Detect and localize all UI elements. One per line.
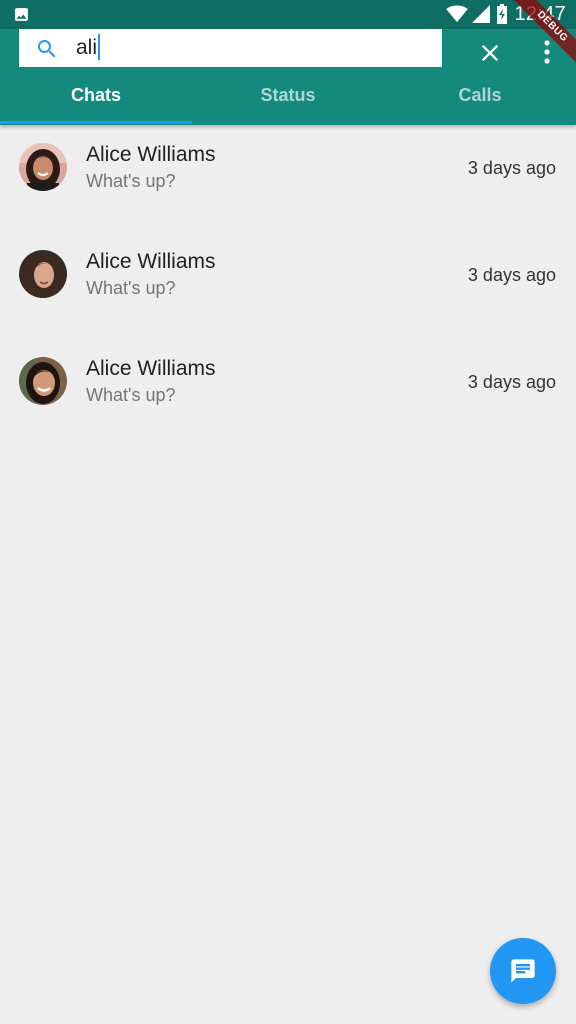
chat-message: What's up? — [86, 171, 176, 191]
chat-time: 3 days ago — [467, 158, 556, 178]
status-bar: 12:47 — [0, 0, 576, 29]
search-field[interactable]: ali — [19, 29, 442, 67]
more-vert-icon[interactable] — [537, 38, 557, 66]
chat-name: Alice Williams — [86, 357, 216, 380]
new-chat-button[interactable] — [490, 938, 556, 1004]
chat-name: Alice Williams — [86, 250, 216, 273]
chat-time: 3 days ago — [467, 265, 556, 285]
avatar[interactable] — [19, 250, 67, 298]
signal-icon — [472, 5, 491, 23]
message-icon — [511, 959, 535, 983]
chat-list: Alice Williams What's up? 3 days ago Ali… — [0, 125, 576, 446]
tab-status[interactable]: Status — [192, 77, 384, 125]
image-icon — [15, 8, 28, 21]
screen: 12:47 DEBUG ali Chats Status Calls — [0, 0, 576, 1024]
tab-bar: Chats Status Calls — [0, 77, 576, 125]
battery-icon — [497, 4, 508, 24]
search-input-value: ali — [76, 36, 98, 59]
tab-indicator — [0, 121, 192, 124]
avatar[interactable] — [19, 143, 67, 191]
avatar[interactable] — [19, 357, 67, 405]
chat-list-item[interactable]: Alice Williams What's up? 3 days ago — [0, 232, 576, 339]
chat-message: What's up? — [86, 278, 176, 298]
chat-list-item[interactable]: Alice Williams What's up? 3 days ago — [0, 339, 576, 446]
chat-message: What's up? — [86, 385, 176, 405]
close-icon[interactable] — [476, 39, 504, 67]
search-icon — [38, 40, 56, 58]
wifi-icon — [446, 5, 469, 23]
chat-list-item[interactable]: Alice Williams What's up? 3 days ago — [0, 125, 576, 232]
chat-name: Alice Williams — [86, 143, 216, 166]
chat-time: 3 days ago — [467, 372, 556, 392]
tab-chats[interactable]: Chats — [0, 77, 192, 125]
text-cursor — [98, 34, 101, 60]
search-input[interactable]: ali — [76, 34, 101, 62]
tab-calls[interactable]: Calls — [384, 77, 576, 125]
app-bar: ali Chats Status Calls — [0, 29, 576, 125]
